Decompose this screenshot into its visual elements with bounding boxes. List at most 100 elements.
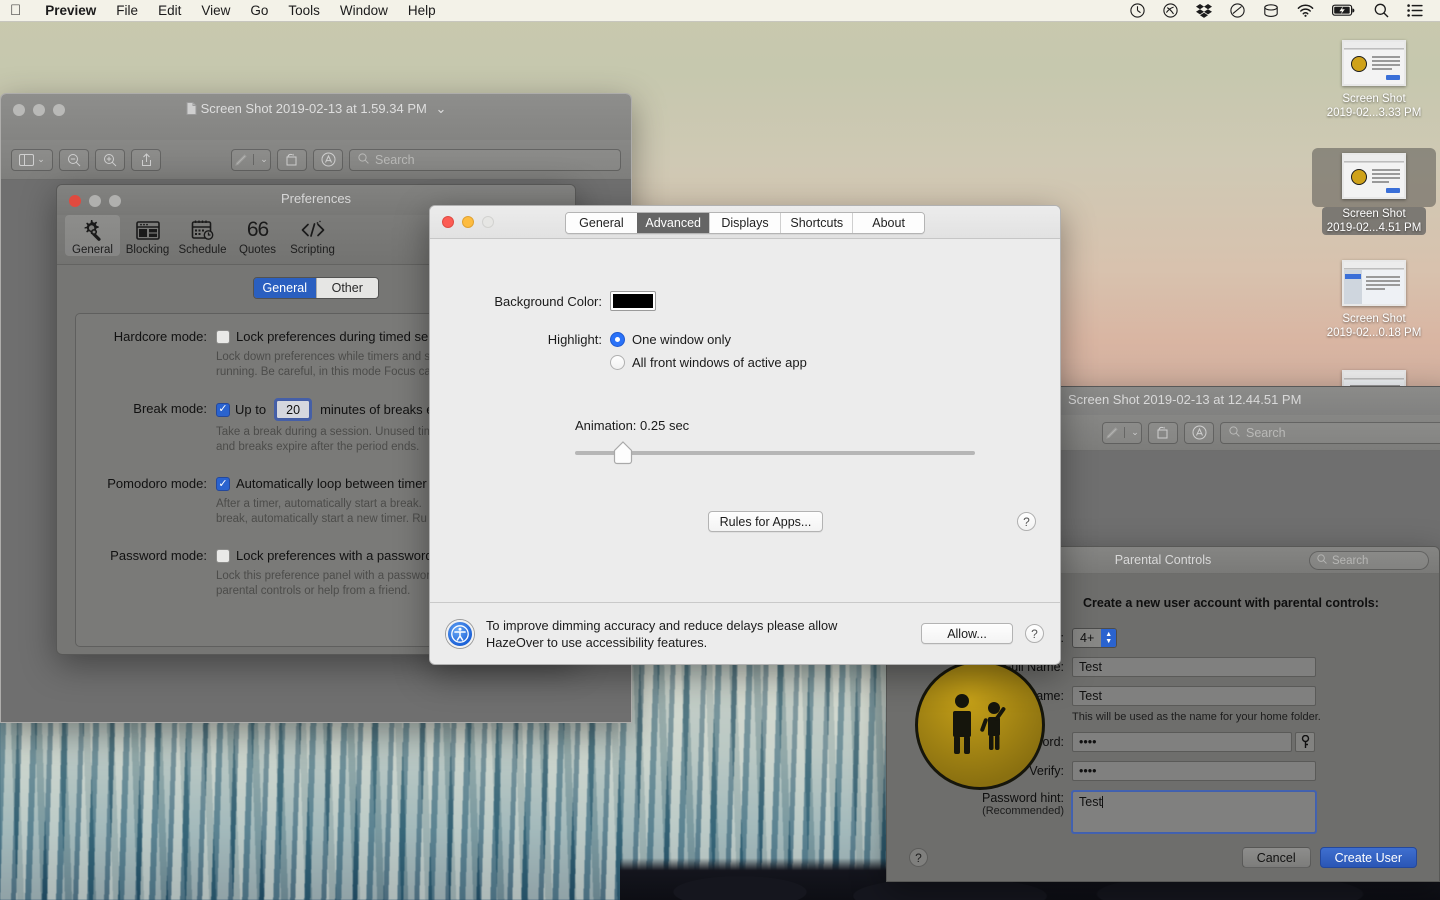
stepper-arrows-icon[interactable]: ▲ ▼ <box>1101 629 1117 647</box>
menu-item-view[interactable]: View <box>191 0 240 22</box>
chevron-down-icon[interactable]: ⌄ <box>253 154 268 165</box>
tab-general[interactable]: General <box>566 213 637 233</box>
hazeover-titlebar[interactable]: General Advanced Displays Shortcuts Abou… <box>430 206 1060 239</box>
annotate-icon[interactable] <box>313 148 343 171</box>
menu-item-help[interactable]: Help <box>398 0 446 22</box>
spotlight-search-icon[interactable] <box>1374 3 1389 18</box>
rotate-icon[interactable] <box>1148 421 1178 444</box>
age-stepper[interactable]: 4+ ▲ ▼ <box>1072 628 1118 648</box>
menu-item-file[interactable]: File <box>106 0 148 22</box>
search-placeholder: Search <box>1246 425 1286 440</box>
desktop-icon-label-line2: 2019-02...3.33 PM <box>1326 107 1422 119</box>
code-tag-icon <box>285 217 340 243</box>
parental-controls-help-button[interactable]: ? <box>909 848 928 867</box>
menu-item-go[interactable]: Go <box>240 0 278 22</box>
advanced-help-button[interactable]: ? <box>1017 512 1036 531</box>
create-user-button[interactable]: Create User <box>1319 847 1417 868</box>
password-mode-checkbox[interactable] <box>216 549 230 563</box>
pref-tab-quotes[interactable]: 66 Quotes <box>230 215 285 256</box>
tab-advanced[interactable]: Advanced <box>636 213 709 233</box>
highlight-option-all-front-windows[interactable]: All front windows of active app <box>610 355 807 370</box>
desktop-icon-screenshot-3[interactable]: Screen Shot 2019-02...0.18 PM <box>1312 260 1436 340</box>
pref-tab-scripting[interactable]: Scripting <box>285 215 340 256</box>
menu-item-window[interactable]: Window <box>330 0 398 22</box>
desktop-icon-screenshot-2[interactable]: Screen Shot 2019-02...4.51 PM <box>1312 148 1436 235</box>
segment-general[interactable]: General <box>254 278 316 298</box>
search-input[interactable]: Search <box>1220 421 1440 444</box>
highlight-option-one-window[interactable]: One window only <box>610 332 731 347</box>
hardcore-mode-checkbox[interactable] <box>216 330 230 344</box>
notice-help-button[interactable]: ? <box>1025 624 1044 643</box>
blocking-window-icon <box>120 217 175 243</box>
chevron-down-icon[interactable]: ⌄ <box>435 101 446 116</box>
zoom-in-icon[interactable] <box>95 148 125 171</box>
full-name-field[interactable]: Test <box>1072 657 1316 677</box>
window-controls[interactable] <box>442 216 494 228</box>
tab-displays[interactable]: Displays <box>708 213 781 233</box>
backblaze-icon[interactable] <box>1230 3 1245 18</box>
close-button[interactable] <box>442 216 454 228</box>
minimize-button[interactable] <box>462 216 474 228</box>
pomodoro-mode-checkbox[interactable]: ✓ <box>216 477 230 491</box>
parental-controls-search-input[interactable]: Search <box>1309 551 1429 570</box>
markup-pen-icon[interactable]: ⌄ <box>1102 421 1142 444</box>
animation-slider[interactable] <box>575 441 975 465</box>
sidebar-icon[interactable]: ⌄ <box>11 148 53 171</box>
pref-tab-schedule[interactable]: Schedule <box>175 215 230 256</box>
background-color-well[interactable] <box>610 291 656 311</box>
timemachine-icon[interactable] <box>1130 3 1145 18</box>
disk-icon[interactable] <box>1263 3 1279 18</box>
rotate-icon[interactable] <box>277 148 307 171</box>
search-input[interactable]: Search <box>349 148 621 171</box>
chevron-down-icon[interactable]: ⌄ <box>1124 427 1139 438</box>
menu-bar[interactable]:  Preview File Edit View Go Tools Window… <box>0 0 1440 22</box>
wifi-icon[interactable] <box>1297 4 1314 17</box>
preview-titlebar[interactable]: Screen Shot 2019-02-13 at 1.59.34 PM ⌄ <box>1 94 631 140</box>
menu-item-preview[interactable]: Preview <box>35 0 106 22</box>
password-hint-sublabel: (Recommended) <box>982 805 1064 817</box>
notice-line-1: To improve dimming accuracy and reduce d… <box>486 617 838 633</box>
cloud-sync-icon[interactable] <box>1163 3 1178 18</box>
password-hint-textarea[interactable]: Test <box>1071 790 1317 834</box>
account-name-field[interactable]: Test <box>1072 686 1316 706</box>
pref-tab-blocking[interactable]: Blocking <box>120 215 175 256</box>
password-field[interactable]: •••• <box>1072 732 1292 752</box>
tab-shortcuts[interactable]: Shortcuts <box>780 213 853 233</box>
key-icon[interactable] <box>1295 732 1315 752</box>
desktop-icon-label-line2: 2019-02...4.51 PM <box>1326 222 1422 234</box>
radio-all-front-windows[interactable] <box>610 355 625 370</box>
menu-item-edit[interactable]: Edit <box>148 0 191 22</box>
break-minutes-input[interactable]: 20 <box>274 398 313 421</box>
break-mode-checkbox[interactable]: ✓ <box>216 402 230 417</box>
apple-icon[interactable]:  <box>10 3 21 18</box>
maximize-button[interactable] <box>482 216 494 228</box>
markup-pen-icon[interactable]: ⌄ <box>231 148 271 171</box>
animation-slider-thumb[interactable] <box>613 441 633 465</box>
preview2-toolbar[interactable]: ⌄ Search <box>1038 415 1440 451</box>
general-other-segmented-control[interactable]: General Other <box>253 277 379 299</box>
search-icon <box>358 152 369 167</box>
pref-tab-label: Schedule <box>178 244 227 256</box>
desktop-icon-screenshot-1[interactable]: Screen Shot 2019-02...3.33 PM <box>1312 40 1436 120</box>
menu-item-tools[interactable]: Tools <box>278 0 330 22</box>
dropbox-icon[interactable] <box>1196 3 1212 18</box>
cancel-button[interactable]: Cancel <box>1241 847 1311 868</box>
radio-one-window-only[interactable] <box>610 332 625 347</box>
zoom-out-icon[interactable] <box>59 148 89 171</box>
hazeover-tab-bar[interactable]: General Advanced Displays Shortcuts Abou… <box>565 212 925 234</box>
preview2-titlebar[interactable]: Screen Shot 2019-02-13 at 12.44.51 PM <box>1038 387 1440 415</box>
password-hint-value: Test <box>1079 795 1102 809</box>
hazeover-preferences-window[interactable]: General Advanced Displays Shortcuts Abou… <box>429 205 1061 665</box>
control-center-icon[interactable] <box>1407 4 1423 17</box>
share-icon[interactable] <box>131 148 161 171</box>
desktop-icon-thumbnail <box>1342 153 1406 199</box>
preview-toolbar[interactable]: ⌄ ⌄ Search <box>1 140 631 180</box>
annotate-icon[interactable] <box>1184 421 1214 444</box>
allow-button[interactable]: Allow... <box>921 623 1013 644</box>
pref-tab-general[interactable]: General <box>65 215 120 256</box>
battery-charging-icon[interactable] <box>1332 4 1356 17</box>
rules-for-apps-button[interactable]: Rules for Apps... <box>707 511 824 532</box>
segment-other[interactable]: Other <box>315 278 378 298</box>
verify-field[interactable]: •••• <box>1072 761 1316 781</box>
tab-about[interactable]: About <box>852 213 924 233</box>
